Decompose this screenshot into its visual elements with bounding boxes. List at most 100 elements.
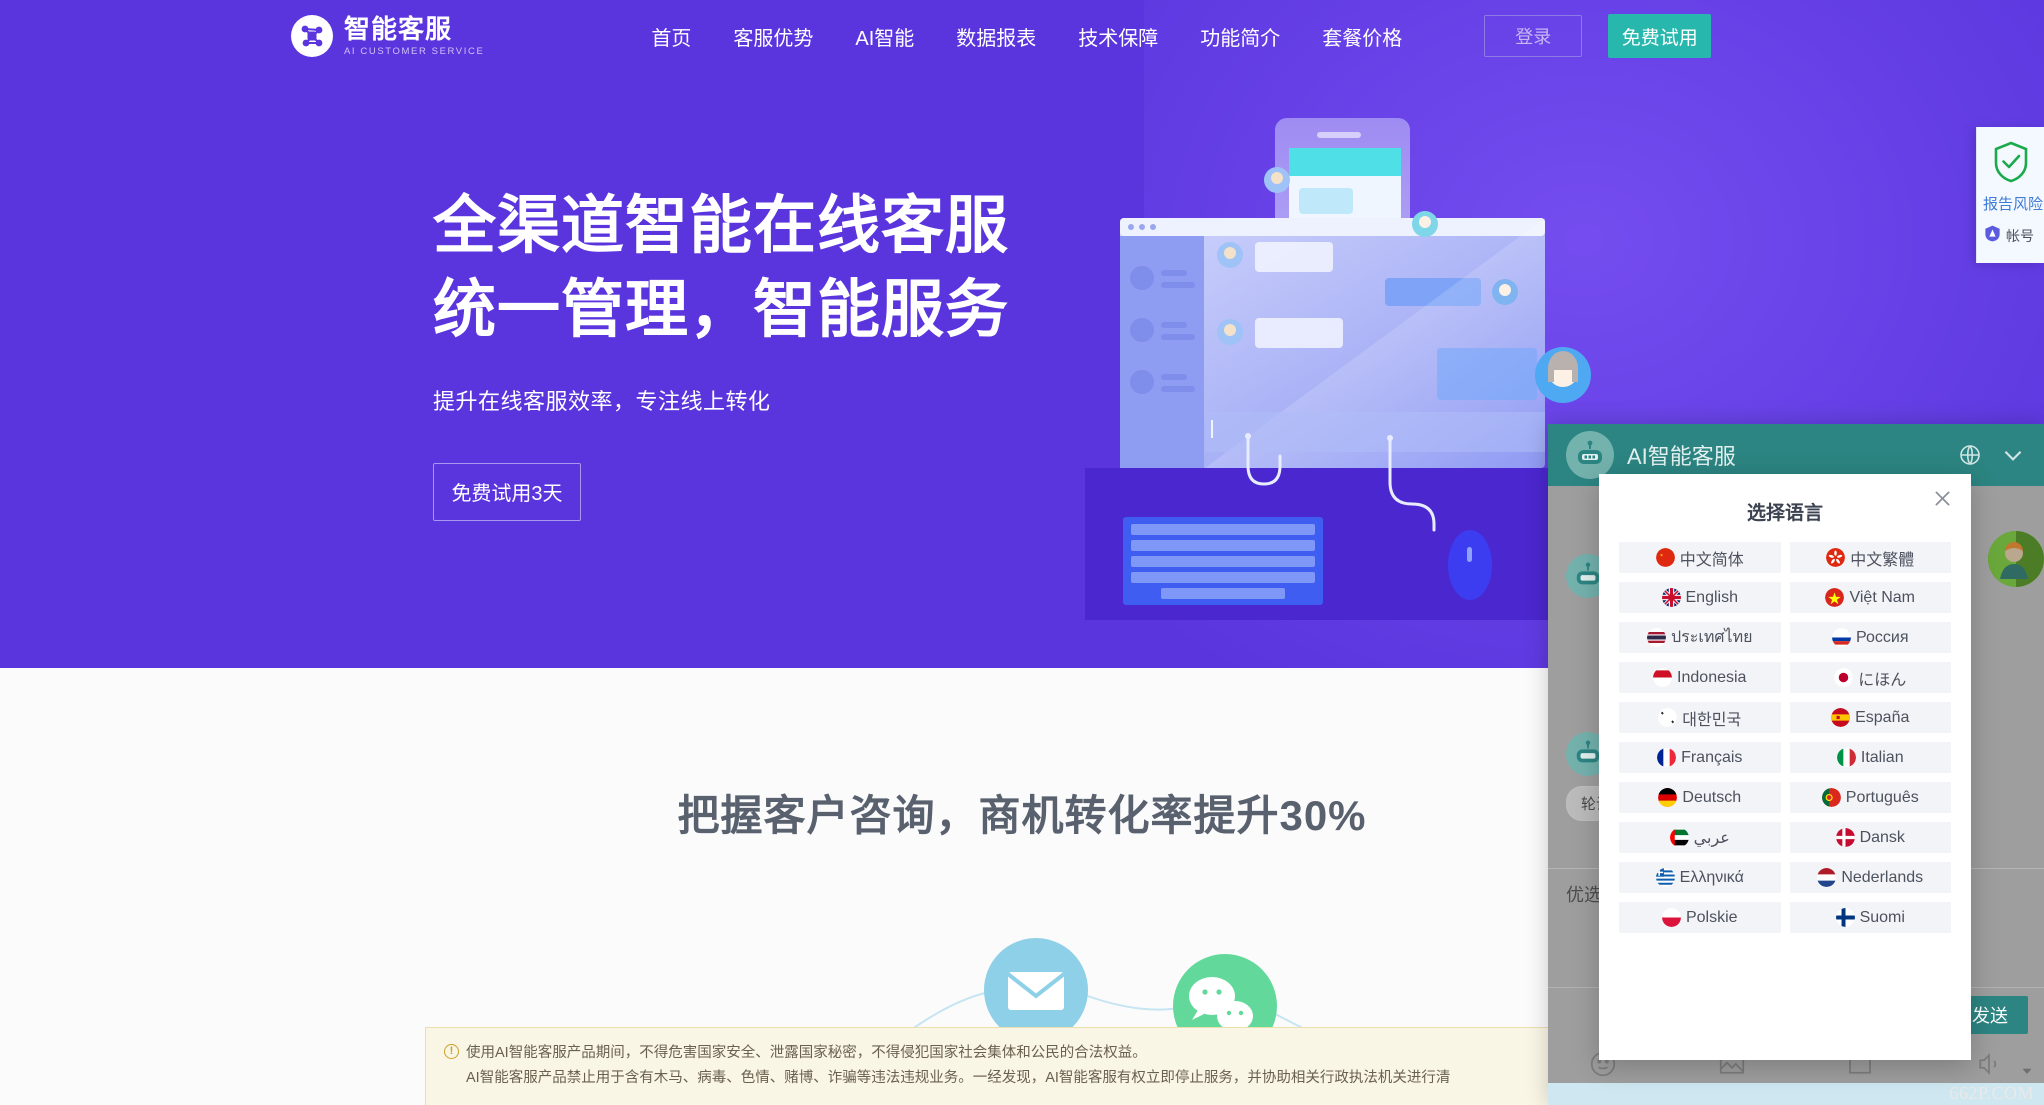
nav-menu: 首页 客服优势 AI智能 数据报表 技术保障 功能简介 套餐价格 xyxy=(651,16,1402,57)
warning-circle-icon: ! xyxy=(444,1044,459,1059)
hero-subtitle: 提升在线客服效率，专注线上转化 xyxy=(433,388,771,414)
language-option-label: España xyxy=(1855,708,1910,726)
language-option-label: Россия xyxy=(1856,628,1909,646)
flag-gb-icon xyxy=(1661,588,1681,607)
language-option-ru[interactable]: Россия xyxy=(1789,622,1951,653)
account-row[interactable]: 帐号 xyxy=(1977,224,2044,248)
brand-logo[interactable]: 智能客服 AI CUSTOMER SERVICE xyxy=(291,15,484,57)
language-option-es[interactable]: España xyxy=(1789,702,1951,733)
language-option-label: Ελληνικά xyxy=(1679,868,1744,886)
language-option-dk[interactable]: Dansk xyxy=(1789,822,1951,853)
flag-it-icon xyxy=(1836,748,1856,767)
language-option-label: 대한민국 xyxy=(1682,711,1742,729)
report-risk-label[interactable]: 报告风险 xyxy=(1977,193,2044,214)
language-option-hk[interactable]: 中文繁體 xyxy=(1789,542,1951,573)
language-option-it[interactable]: Italian xyxy=(1789,742,1951,773)
nav-item-ai[interactable]: AI智能 xyxy=(855,16,914,57)
flag-pl-icon xyxy=(1661,908,1681,927)
language-option-pl[interactable]: Polskie xyxy=(1619,902,1781,933)
flag-gr-icon xyxy=(1655,868,1675,887)
language-option-label: Français xyxy=(1681,748,1743,766)
security-report-card: 报告风险 帐号 xyxy=(1976,127,2044,263)
account-label: 帐号 xyxy=(2006,228,2034,244)
language-grid: 中文简体 中文繁體 English Việt Nam ประเทศไทย Россия In… xyxy=(1619,542,1951,933)
language-selection-modal: 选择语言 中文简体 中文繁體 English Việt Nam ประเทศไทย Рос… xyxy=(1599,474,1971,1060)
hero-title-line2: 统一管理，智能服务 xyxy=(433,274,1009,345)
flag-id-icon xyxy=(1653,668,1673,687)
green-shield-check-icon xyxy=(1977,140,2044,184)
language-option-pt[interactable]: Português xyxy=(1789,782,1951,813)
language-option-label: Polskie xyxy=(1685,908,1738,926)
language-modal-title: 选择语言 xyxy=(1746,503,1823,524)
nav-actions: 登录 免费试用 xyxy=(1484,14,1712,58)
language-option-label: Indonesia xyxy=(1677,668,1747,686)
flag-jp-icon xyxy=(1834,668,1854,687)
language-option-label: にほん xyxy=(1858,671,1907,689)
robot-avatar-icon xyxy=(1566,431,1614,479)
language-option-vn[interactable]: Việt Nam xyxy=(1789,582,1951,613)
language-option-label: Deutsch xyxy=(1682,788,1742,806)
notice-line-2: AI智能客服产品禁止用于含有木马、病毒、色情、赌博、诈骗等违法违规业务。一经发现… xyxy=(466,1070,1451,1087)
language-option-label: Suomi xyxy=(1859,908,1905,926)
nav-item-features[interactable]: 功能简介 xyxy=(1200,16,1280,57)
chevron-down-icon[interactable] xyxy=(2000,442,2026,468)
free-trial-button[interactable]: 免费试用 xyxy=(1608,14,1712,58)
flag-dk-icon xyxy=(1835,828,1855,847)
brand-subtitle: AI CUSTOMER SERVICE xyxy=(344,45,485,57)
language-option-label: English xyxy=(1685,588,1738,606)
nav-item-reports[interactable]: 数据报表 xyxy=(956,16,1036,57)
nav-item-home[interactable]: 首页 xyxy=(651,16,691,57)
close-x-icon[interactable] xyxy=(1930,486,1954,510)
flag-vn-icon xyxy=(1825,588,1845,607)
language-option-th[interactable]: ประเทศไทย xyxy=(1619,622,1781,653)
language-option-cn[interactable]: 中文简体 xyxy=(1619,542,1781,573)
flag-hk-icon xyxy=(1826,548,1846,567)
language-option-label: ประเทศไทย xyxy=(1671,629,1753,646)
ai-network-logo-icon xyxy=(291,15,333,57)
language-option-gr[interactable]: Ελληνικά xyxy=(1619,862,1781,893)
brand-title: 智能客服 xyxy=(344,13,453,44)
top-navigation: 智能客服 AI CUSTOMER SERVICE 首页 客服优势 AI智能 数据… xyxy=(0,0,2044,72)
flag-fi-icon xyxy=(1835,908,1855,927)
flag-ru-icon xyxy=(1832,628,1852,647)
sound-speaker-icon[interactable] xyxy=(1974,1049,2004,1079)
language-option-label: 中文简体 xyxy=(1679,551,1744,569)
language-option-ae[interactable]: عربي xyxy=(1619,822,1781,853)
language-option-label: Việt Nam xyxy=(1849,588,1915,606)
scroll-down-arrow-icon[interactable] xyxy=(2018,1062,2036,1085)
hero-copy: 全渠道智能在线客服 统一管理，智能服务 提升在线客服效率，专注线上转化 免费试用… xyxy=(433,185,1009,521)
language-option-fr[interactable]: Français xyxy=(1619,742,1781,773)
login-button[interactable]: 登录 xyxy=(1484,15,1583,57)
language-option-label: Dansk xyxy=(1859,828,1905,846)
nav-item-tech[interactable]: 技术保障 xyxy=(1078,16,1158,57)
globe-icon[interactable] xyxy=(1958,443,1982,467)
language-option-jp[interactable]: にほん xyxy=(1789,662,1951,693)
flag-es-icon xyxy=(1831,708,1851,727)
language-option-kr[interactable]: 대한민국 xyxy=(1619,702,1781,733)
floating-agent-avatar[interactable] xyxy=(1988,531,2044,587)
language-option-id[interactable]: Indonesia xyxy=(1619,662,1781,693)
language-option-fi[interactable]: Suomi xyxy=(1789,902,1951,933)
flag-kr-icon xyxy=(1658,708,1678,727)
language-option-de[interactable]: Deutsch xyxy=(1619,782,1781,813)
flag-fr-icon xyxy=(1657,748,1677,767)
chat-header-title: AI智能客服 xyxy=(1627,444,1736,469)
flag-pt-icon xyxy=(1821,788,1841,807)
language-option-label: 中文繁體 xyxy=(1850,551,1915,569)
hero-title-line1: 全渠道智能在线客服 xyxy=(433,191,1009,261)
hero-free-trial-3days-button[interactable]: 免费试用3天 xyxy=(433,462,581,521)
nav-item-advantage[interactable]: 客服优势 xyxy=(733,16,813,57)
language-option-label: عربي xyxy=(1693,829,1730,847)
flag-ae-icon xyxy=(1669,828,1689,847)
flag-de-icon xyxy=(1658,788,1678,807)
language-option-nl[interactable]: Nederlands xyxy=(1789,862,1951,893)
watermark: 662P.COM xyxy=(1949,1083,2034,1103)
nav-item-pricing[interactable]: 套餐价格 xyxy=(1322,16,1402,57)
flag-th-icon xyxy=(1647,628,1666,647)
flag-nl-icon xyxy=(1817,868,1837,887)
flag-cn-icon xyxy=(1655,548,1675,567)
language-option-gb[interactable]: English xyxy=(1619,582,1781,613)
page-root: 智能客服 AI CUSTOMER SERVICE 首页 客服优势 AI智能 数据… xyxy=(0,0,2044,1105)
legal-notice-bar: ! 使用AI智能客服产品期间，不得危害国家安全、泄露国家秘密，不得侵犯国家社会集… xyxy=(425,1027,1553,1105)
tencent-guard-icon xyxy=(1983,224,2002,248)
